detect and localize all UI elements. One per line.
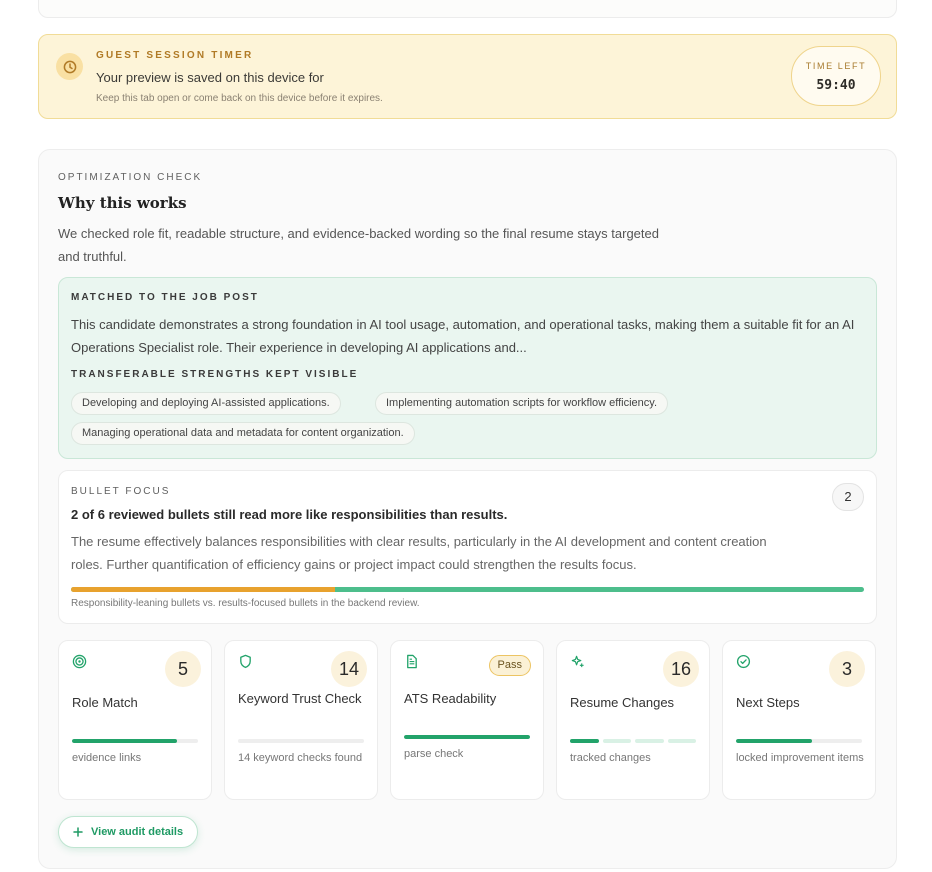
keyword-count: 14 <box>331 651 367 687</box>
target-icon <box>72 654 87 669</box>
strength-chip: Managing operational data and metadata f… <box>71 422 415 445</box>
sparkle-icon <box>571 655 584 668</box>
card-subtitle: locked improvement items <box>736 752 864 764</box>
bullet-focus-kicker: BULLET FOCUS <box>71 486 171 497</box>
pass-badge: Pass <box>488 655 531 676</box>
progress-fill <box>736 739 812 743</box>
responsibility-segment <box>71 587 336 592</box>
role-match-count: 5 <box>165 651 201 687</box>
next-steps-count: 3 <box>829 651 865 687</box>
time-left-value: 59:40 <box>816 78 856 93</box>
strength-chip: Developing and deploying AI-assisted app… <box>71 392 341 415</box>
next-steps-card[interactable]: 3 Next Steps locked improvement items <box>722 640 876 800</box>
responsibility-results-bar <box>71 587 864 592</box>
card-subtitle: evidence links <box>72 752 142 764</box>
card-title: Resume Changes <box>570 695 675 710</box>
bullet-bar-caption: Responsibility-leaning bullets vs. resul… <box>71 598 420 609</box>
card-progress-bar <box>72 739 198 743</box>
card-subtitle: tracked changes <box>570 752 651 764</box>
card-title: Role Match <box>72 695 138 710</box>
timer-title: Your preview is saved on this device for <box>96 70 324 85</box>
previous-card <box>38 0 897 18</box>
bullet-focus-text: The resume effectively balances responsi… <box>71 534 767 572</box>
card-progress-bar <box>238 739 364 743</box>
time-left-badge: TIME LEFT 59:40 <box>791 46 881 106</box>
audit-button-label: View audit details <box>91 826 184 838</box>
clock-icon <box>56 53 83 80</box>
strength-chip: Implementing automation scripts for work… <box>375 392 669 415</box>
timer-kicker: GUEST SESSION TIMER <box>96 50 254 61</box>
card-progress-bar <box>736 739 862 743</box>
card-subtitle: parse check <box>404 748 464 760</box>
plus-icon <box>73 827 83 837</box>
progress-fill <box>72 739 177 743</box>
ats-readability-card[interactable]: Pass ATS Readability parse check <box>390 640 544 800</box>
panel-description: We checked role fit, readable structure,… <box>58 226 659 264</box>
guest-session-timer: GUEST SESSION TIMER Your preview is save… <box>38 34 897 119</box>
panel-title: Why this works <box>58 194 187 212</box>
progress-fill <box>404 735 530 739</box>
bullet-count-badge: 2 <box>832 483 864 511</box>
matched-text: This candidate demonstrates a strong fou… <box>71 317 855 355</box>
optimization-check-panel: OPTIMIZATION CHECK Why this works We che… <box>38 149 897 869</box>
strengths-kicker: TRANSFERABLE STRENGTHS KEPT VISIBLE <box>71 369 359 380</box>
optimization-kicker: OPTIMIZATION CHECK <box>58 172 203 183</box>
progress-segment <box>570 739 599 743</box>
segmented-progress-bar <box>570 739 696 743</box>
card-progress-bar <box>404 735 530 739</box>
progress-segment <box>667 739 696 743</box>
check-circle-icon <box>736 654 751 669</box>
time-left-label: TIME LEFT <box>805 61 867 71</box>
document-icon <box>407 654 417 669</box>
changes-count: 16 <box>663 651 699 687</box>
progress-segment <box>602 739 631 743</box>
resume-changes-card[interactable]: 16 Resume Changes tracked changes <box>556 640 710 800</box>
view-audit-details-button[interactable]: View audit details <box>58 816 199 848</box>
matched-to-job-section: MATCHED TO THE JOB POST This candidate d… <box>58 277 877 459</box>
bullet-focus-section: BULLET FOCUS 2 2 of 6 reviewed bullets s… <box>58 470 877 624</box>
role-match-card[interactable]: 5 Role Match evidence links <box>58 640 212 800</box>
card-title: Keyword Trust Check <box>238 691 362 706</box>
shield-icon <box>240 654 251 669</box>
card-title: ATS Readability <box>404 691 497 706</box>
card-title: Next Steps <box>736 695 800 710</box>
matched-kicker: MATCHED TO THE JOB POST <box>71 292 259 303</box>
progress-segment <box>635 739 664 743</box>
timer-subtitle: Keep this tab open or come back on this … <box>96 93 383 104</box>
card-subtitle: 14 keyword checks found <box>238 752 363 764</box>
bullet-focus-title: 2 of 6 reviewed bullets still read more … <box>71 507 508 522</box>
keyword-trust-card[interactable]: 14 Keyword Trust Check 14 keyword checks… <box>224 640 378 800</box>
